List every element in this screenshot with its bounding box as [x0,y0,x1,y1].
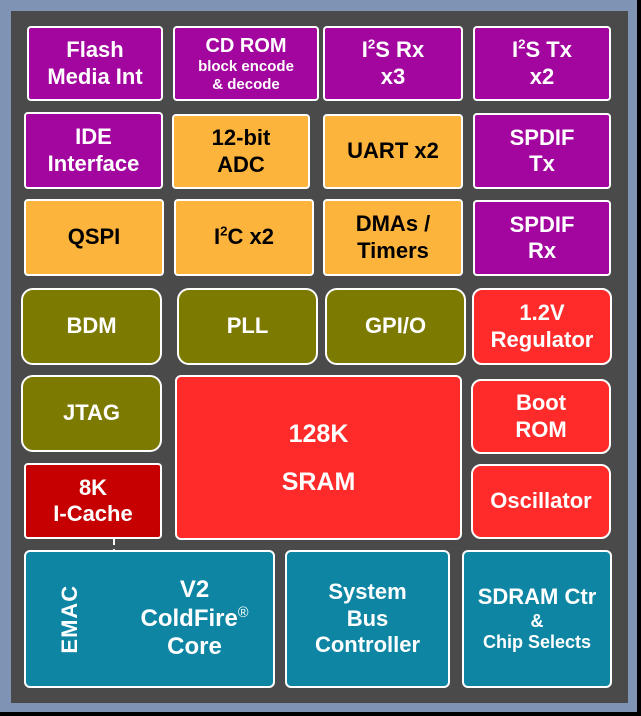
block-label: Timers [357,237,429,263]
block-label: Interface [47,150,140,176]
block-boot-rom: Boot ROM [471,379,611,454]
block-voltage-regulator: 1.2V Regulator [472,288,612,365]
block-label: SRAM [281,467,356,496]
block-label: I2S Tx [512,36,572,63]
block-label: DMAs / [355,211,431,237]
block-uart: UART x2 [323,114,463,189]
block-12bit-adc: 12-bit ADC [172,114,310,189]
block-i2c: I2C x2 [174,199,314,276]
block-gpio: GPI/O [325,288,466,365]
block-label: & [530,610,544,631]
block-ide-interface: IDE Interface [24,112,163,189]
block-label: EMAC [56,584,82,654]
block-label: IDE [75,124,112,150]
block-label: Core [167,633,222,661]
block-label: Controller [314,632,421,658]
block-label: GPI/O [364,313,427,339]
block-label: PLL [226,313,269,339]
block-emac: EMAC [26,552,114,686]
block-label: ColdFire® [140,604,249,632]
block-sdram-controller: SDRAM Ctr & Chip Selects [462,550,612,688]
block-label: ADC [217,151,265,177]
block-label: SDRAM Ctr [477,584,597,610]
block-label: Regulator [490,326,594,352]
block-sublabel: block encode [198,57,294,75]
block-label: x3 [380,63,406,89]
block-label: 12-bit [211,125,271,151]
block-pll: PLL [177,288,318,365]
block-system-bus-controller: System Bus Controller [285,550,450,688]
block-label: Flash [66,37,124,63]
block-label: UART x2 [347,138,439,164]
block-bdm: BDM [21,288,162,365]
block-label: System [328,579,407,605]
block-label: V2 [179,575,210,603]
block-i2s-tx: I2S Tx x2 [473,26,611,101]
block-label: I-Cache [53,501,133,526]
block-label: Rx [527,238,557,263]
block-label: Tx [529,151,555,176]
block-label: SPDIF [509,211,575,237]
block-label: Bus [346,605,389,631]
block-label: I2C x2 [214,223,274,250]
block-i2s-rx: I2S Rx x3 [323,26,463,101]
registered-trademark: ® [237,604,249,621]
block-dma-timers: DMAs / Timers [323,199,463,276]
block-label: 1.2V [519,300,565,326]
block-qspi: QSPI [24,199,164,276]
block-cd-rom: CD ROM block encode & decode [173,26,319,101]
block-label: Chip Selects [482,632,592,653]
block-label: JTAG [62,400,121,426]
block-label: Oscillator [490,488,592,514]
block-flash-media-interface: Flash Media Int [27,26,163,101]
block-label: Boot [515,390,567,416]
block-v2-coldfire-core: EMAC V2 ColdFire® Core [24,550,275,688]
block-spdif-tx: SPDIF Tx [473,113,611,189]
block-sublabel: & decode [212,75,280,93]
block-label: 8K [78,474,108,500]
block-label: Media Int [47,63,143,89]
block-label: I2S Rx [361,36,425,63]
block-label: QSPI [67,224,121,250]
block-128k-sram: 128K SRAM [175,375,462,540]
block-spdif-rx: SPDIF Rx [473,200,611,276]
block-jtag: JTAG [21,375,162,452]
block-label: x2 [529,63,555,89]
block-8k-icache: 8K I-Cache [24,463,162,539]
block-oscillator: Oscillator [471,464,611,539]
block-label: SPDIF [509,124,575,150]
block-label: ROM [515,416,567,442]
block-label: CD ROM [205,34,287,57]
block-label: 128K [288,419,349,448]
block-label: BDM [66,313,117,339]
